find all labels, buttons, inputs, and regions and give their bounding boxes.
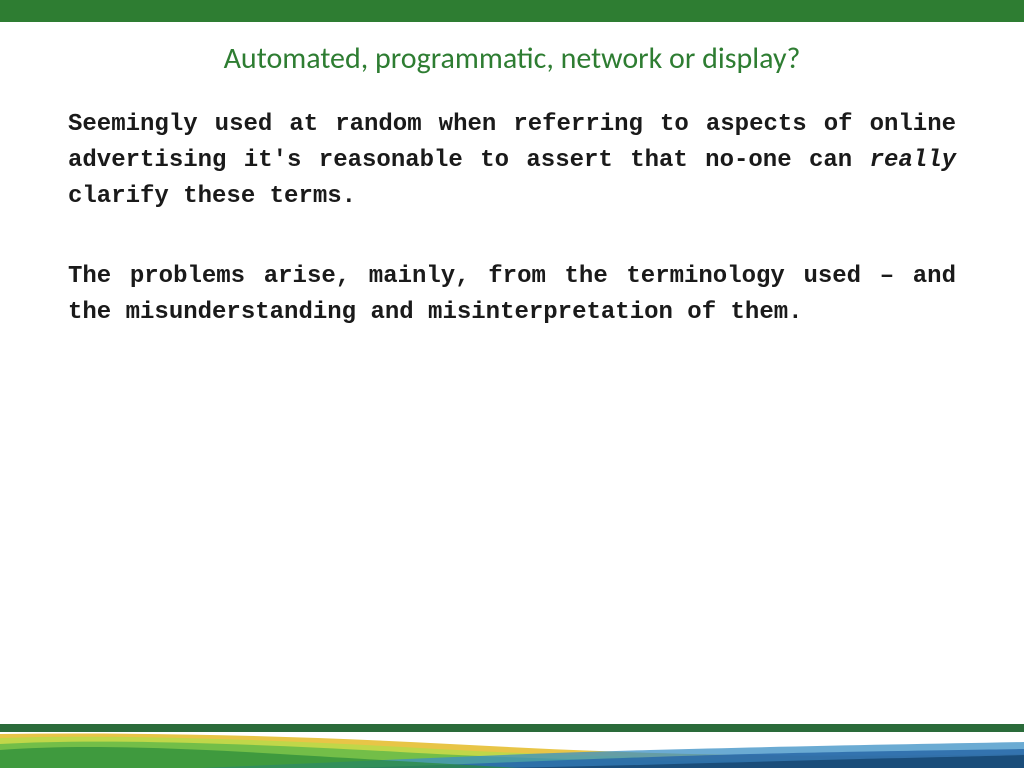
footer-decoration [0,724,1024,768]
paragraph-1-emphasis: really [870,147,956,174]
paragraph-1: Seemingly used at random when referring … [68,107,956,215]
slide-content: Seemingly used at random when referring … [0,107,1024,331]
paragraph-1-prefix: Seemingly used at random when referring … [68,111,956,174]
paragraph-2: The problems arise, mainly, from the ter… [68,259,956,331]
paragraph-1-suffix: clarify these terms. [68,183,356,210]
header-bar [0,0,1024,22]
slide-title: Automated, programmatic, network or disp… [0,22,1024,107]
wave-graphic-icon [0,724,1024,768]
